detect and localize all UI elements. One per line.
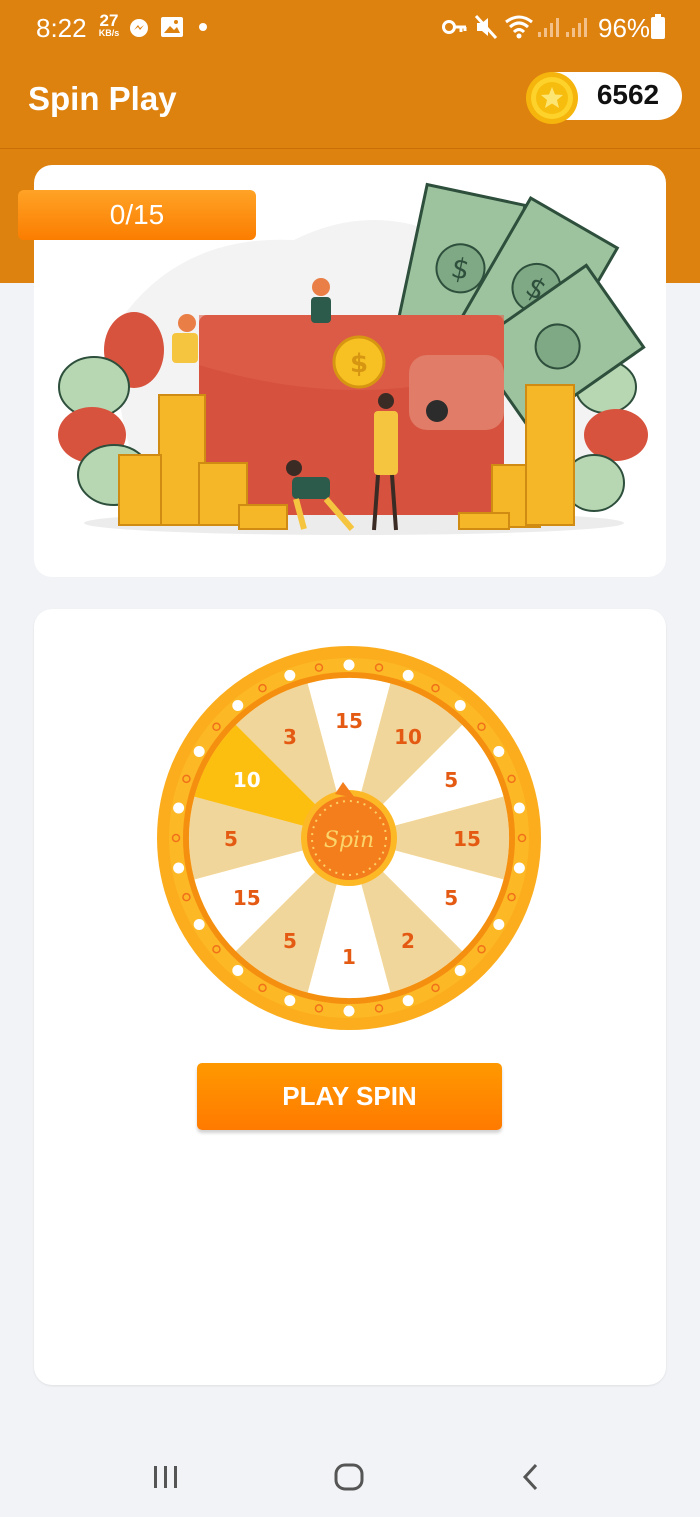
wheel-rim-light [343, 1005, 355, 1017]
messenger-icon [130, 19, 148, 37]
wheel-segment-value: 5 [224, 827, 238, 851]
wheel-center-label[interactable]: Spin [324, 828, 374, 853]
back-icon[interactable] [518, 1461, 544, 1493]
signal-icon [538, 18, 559, 37]
navigation-bar [0, 1435, 700, 1517]
mute-icon [474, 14, 498, 40]
key-icon [442, 20, 467, 34]
coin-count: 6562 [596, 79, 660, 110]
dot-icon [199, 23, 207, 31]
gold-star-coin-icon [526, 72, 578, 124]
wheel-rim-light [343, 659, 355, 671]
wheel-segment-value: 10 [394, 725, 422, 749]
wheel-segment-value: 2 [401, 929, 415, 953]
wheel-segment-value: 15 [233, 886, 261, 910]
wheel-rim-light [402, 669, 414, 681]
spin-progress: 0/15 [18, 190, 256, 240]
wheel-rim-light [513, 862, 525, 874]
wheel-segment-value: 5 [283, 929, 297, 953]
wheel-segment-value: 15 [453, 827, 481, 851]
home-icon[interactable] [332, 1461, 366, 1493]
app-bar-divider [0, 148, 700, 149]
status-time: 8:22 [36, 13, 87, 43]
recent-apps-icon[interactable] [150, 1463, 182, 1491]
wheel-rim-light [193, 919, 205, 930]
wheel-rim-light [173, 802, 185, 814]
svg-text:$: $ [350, 349, 368, 379]
battery-icon [651, 14, 665, 39]
wheel-segment-value: 5 [444, 886, 458, 910]
wheel-segment-value: 1 [342, 945, 356, 969]
wheel-rim-light [193, 746, 205, 757]
wheel-rim-light [284, 669, 296, 681]
wheel-rim-light [493, 746, 505, 757]
wheel-rim-light [454, 965, 466, 977]
wheel-segment-value: 5 [444, 768, 458, 792]
play-spin-button[interactable]: PLAY SPIN [197, 1063, 502, 1130]
gallery-icon [161, 17, 183, 37]
wheel-rim-light [232, 965, 244, 977]
wheel-segment-value: 15 [335, 709, 363, 733]
network-speed: 27 KB/s [98, 11, 120, 38]
wheel-segment-value: 3 [283, 725, 297, 749]
wheel-rim-light [493, 919, 505, 930]
wifi-icon [505, 15, 533, 39]
signal-icon [566, 18, 587, 37]
wheel-rim-light [173, 862, 185, 874]
app-title: Spin Play [28, 80, 177, 117]
wheel-rim-light [454, 699, 466, 711]
wheel-rim-light [402, 995, 414, 1007]
status-bar: 8:22 27 KB/s 96% [0, 0, 700, 56]
spin-wheel[interactable]: 15105155215155103 Spin [155, 644, 543, 1032]
wheel-rim-light [284, 995, 296, 1007]
wheel-rim-light [513, 802, 525, 814]
wheel-rim-light [232, 699, 244, 711]
battery-percent: 96% [598, 13, 651, 43]
wheel-segment-value: 10 [233, 768, 261, 792]
